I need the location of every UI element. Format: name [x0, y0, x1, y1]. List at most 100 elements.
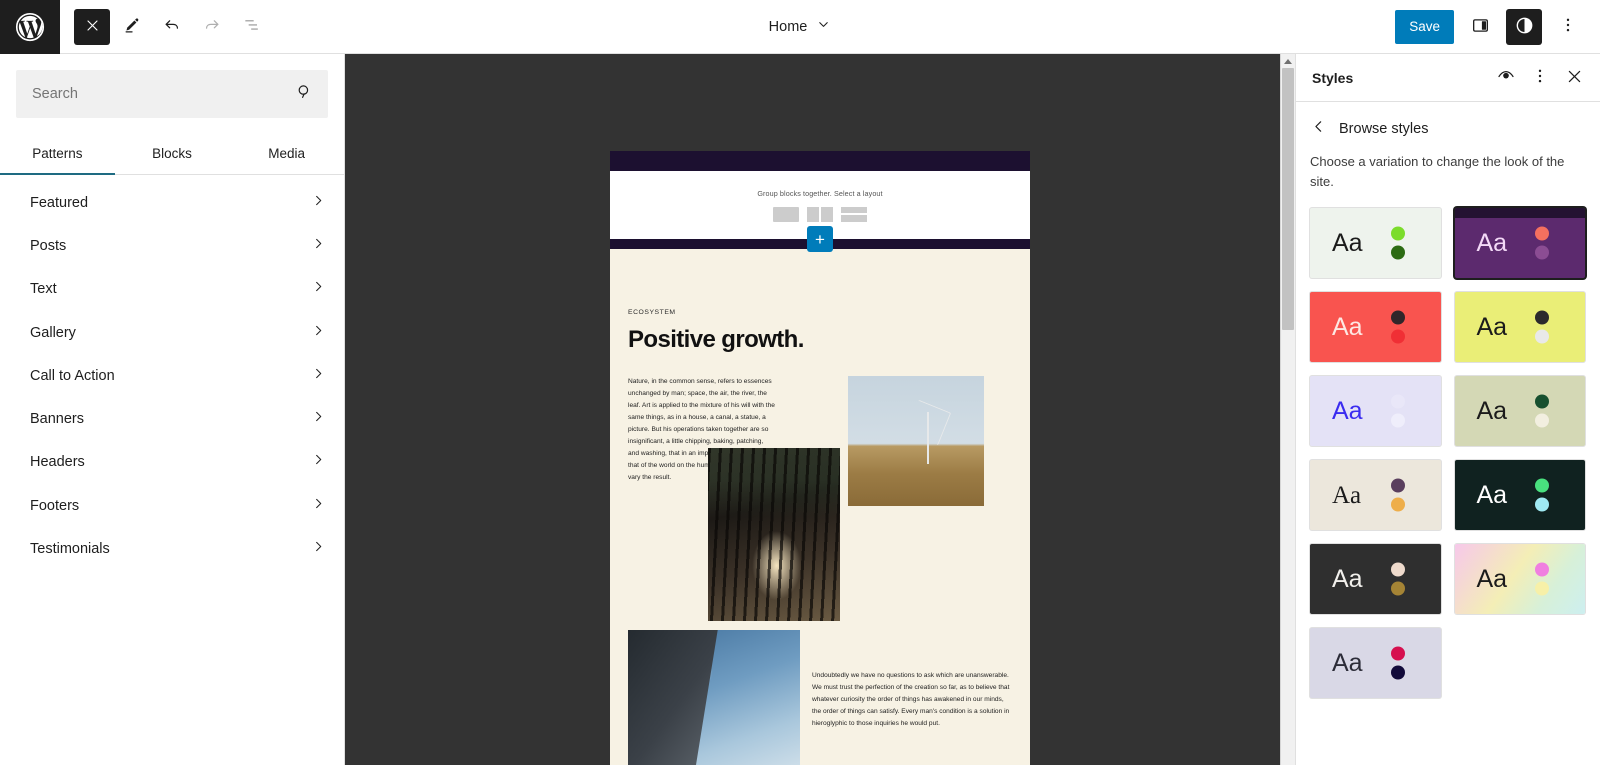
color-dot	[1390, 310, 1405, 325]
layout-option-single-column[interactable]	[773, 206, 799, 222]
color-dot	[1390, 226, 1405, 241]
site-header-band	[610, 151, 1030, 171]
category-item-headers[interactable]: Headers	[0, 441, 344, 484]
category-item-featured[interactable]: Featured	[0, 181, 344, 224]
color-dot	[1535, 413, 1549, 428]
scrollbar-thumb[interactable]	[1282, 68, 1294, 330]
variation-color-dots	[1390, 226, 1405, 260]
style-variation-dark-green[interactable]: Aa	[1454, 460, 1585, 530]
styles-close-button[interactable]	[1558, 62, 1590, 94]
content-row-one: Nature, in the common sense, refers to e…	[628, 376, 1012, 621]
category-label: Featured	[30, 194, 89, 211]
variation-color-dots	[1535, 394, 1549, 428]
forest-sunlight-image[interactable]	[708, 448, 840, 621]
style-variation-periwinkle[interactable]: Aa	[1310, 628, 1441, 698]
search-box[interactable]	[16, 70, 328, 118]
style-variation-lavender[interactable]: Aa	[1310, 376, 1441, 446]
chevron-right-icon	[311, 452, 326, 472]
document-title-label: Home	[768, 19, 808, 35]
variation-color-dots	[1535, 562, 1549, 596]
top-bar-right-tools: Save	[1395, 8, 1600, 45]
style-variation-charcoal[interactable]: Aa	[1310, 544, 1441, 614]
wind-turbines-image[interactable]	[848, 376, 984, 506]
block-inserter-plus-button[interactable]: +	[807, 226, 833, 252]
styles-more-options-button[interactable]	[1524, 62, 1556, 94]
close-icon	[1566, 68, 1583, 88]
color-dot	[1390, 562, 1405, 577]
search-area	[0, 54, 344, 118]
style-variation-mint[interactable]: Aa	[1310, 208, 1441, 278]
document-title-button[interactable]: Home	[759, 11, 842, 43]
edit-tool-button[interactable]	[114, 9, 150, 45]
style-variation-coral[interactable]: Aa	[1310, 292, 1441, 362]
editor-top-bar: Home Save	[0, 0, 1600, 54]
variation-typography-sample: Aa	[1476, 312, 1508, 341]
style-variation-lime[interactable]: Aa	[1454, 292, 1585, 362]
chevron-right-icon	[311, 409, 326, 429]
close-icon	[85, 18, 100, 36]
editor-options-button[interactable]	[1550, 9, 1586, 45]
wordpress-site-editor: Home Save Search Patterns Blocks Media F…	[0, 0, 1600, 765]
layout-option-two-columns[interactable]	[807, 206, 833, 222]
tab-patterns[interactable]: Patterns	[0, 132, 115, 175]
color-dot	[1390, 646, 1405, 661]
category-label: Text	[30, 281, 57, 298]
variation-color-dots	[1390, 394, 1405, 428]
editor-canvas[interactable]: Group blocks together. Select a layout +…	[345, 54, 1295, 765]
variation-typography-sample: Aa	[1476, 396, 1508, 425]
variation-color-dots	[1390, 478, 1405, 512]
style-variation-sage[interactable]: Aa	[1454, 376, 1585, 446]
sidebar-toggle-button[interactable]	[1462, 9, 1498, 45]
style-book-preview-button[interactable]	[1490, 62, 1522, 94]
browse-styles-back-row[interactable]: Browse styles	[1296, 102, 1600, 140]
variation-typography-sample: Aa	[1332, 648, 1363, 677]
canvas-scrollbar[interactable]	[1280, 54, 1295, 765]
redo-button[interactable]	[194, 9, 230, 45]
undo-button[interactable]	[154, 9, 190, 45]
color-dot	[1535, 478, 1549, 493]
category-item-call-to-action[interactable]: Call to Action	[0, 354, 344, 397]
category-item-banners[interactable]: Banners	[0, 397, 344, 440]
category-item-footers[interactable]: Footers	[0, 484, 344, 527]
category-item-gallery[interactable]: Gallery	[0, 311, 344, 354]
content-headline[interactable]: Positive growth.	[628, 326, 1012, 354]
pencil-icon	[122, 15, 142, 38]
variation-color-dots	[1535, 310, 1549, 344]
category-item-testimonials[interactable]: Testimonials	[0, 527, 344, 570]
variation-top-band	[1454, 208, 1585, 218]
styles-toggle-button[interactable]	[1506, 8, 1542, 45]
category-item-posts[interactable]: Posts	[0, 224, 344, 267]
variation-typography-sample: Aa	[1332, 312, 1363, 341]
style-variation-purple[interactable]: Aa	[1454, 208, 1585, 278]
color-dot	[1390, 581, 1405, 596]
style-variation-pastel-gradient[interactable]: Aa	[1454, 544, 1585, 614]
category-item-text[interactable]: Text	[0, 268, 344, 311]
save-button[interactable]: Save	[1395, 9, 1454, 44]
tab-media[interactable]: Media	[229, 132, 344, 174]
wordpress-logo-icon	[15, 12, 45, 42]
group-placeholder-hint: Group blocks together. Select a layout	[757, 188, 883, 198]
color-dot	[1535, 329, 1549, 344]
style-variation-cream-serif[interactable]: Aa	[1310, 460, 1441, 530]
page-content: ECOSYSTEM Positive growth. Nature, in th…	[610, 249, 1030, 765]
redo-arrow-icon	[202, 15, 222, 38]
category-label: Gallery	[30, 324, 76, 341]
search-input[interactable]	[32, 86, 295, 102]
color-dot	[1390, 245, 1405, 260]
styles-panel-actions	[1490, 62, 1590, 94]
layout-option-stacked-rows[interactable]	[841, 206, 867, 222]
color-dot	[1535, 562, 1549, 577]
close-editor-button[interactable]	[74, 8, 110, 45]
list-view-button[interactable]	[234, 9, 270, 45]
variation-color-dots	[1535, 226, 1549, 260]
eye-icon	[1496, 66, 1516, 89]
coastal-cliff-image[interactable]	[628, 630, 800, 765]
tab-blocks[interactable]: Blocks	[115, 132, 230, 174]
paragraph-right[interactable]: Undoubtedly we have no questions to ask …	[812, 670, 1012, 730]
chevron-right-icon	[311, 366, 326, 386]
scrollbar-up-arrow[interactable]	[1281, 54, 1295, 68]
site-divider-band: +	[610, 226, 1030, 252]
chevron-right-icon	[311, 496, 326, 516]
variation-typography-sample: Aa	[1332, 396, 1363, 425]
wordpress-logo-button[interactable]	[0, 0, 60, 54]
